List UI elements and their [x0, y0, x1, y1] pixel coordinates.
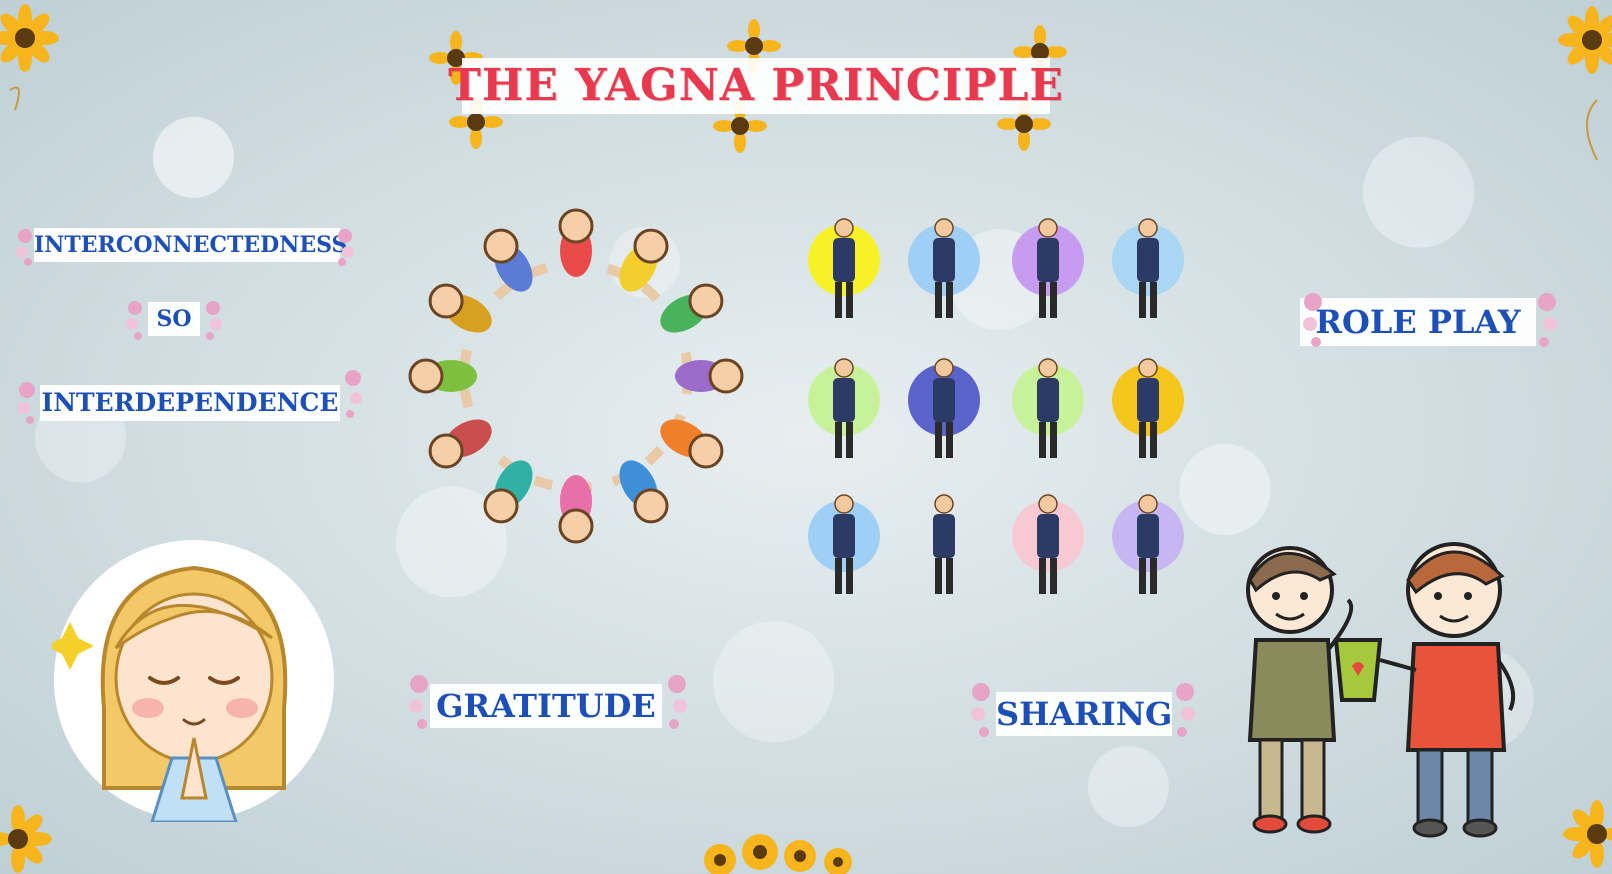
sunflower-corner-bottom-right	[1563, 800, 1612, 868]
child-head	[633, 228, 669, 264]
person-icon	[1037, 494, 1059, 594]
occupation-firefighter	[1110, 216, 1186, 326]
child-head	[688, 433, 724, 469]
rose-icon	[1538, 293, 1557, 347]
occupation-police-officer	[906, 356, 982, 466]
occupation-singer-girl	[906, 492, 982, 602]
two-boys-sharing-illustration	[1246, 542, 1515, 838]
label-gratitude: GRATITUDE	[430, 684, 662, 728]
child-head	[483, 228, 519, 264]
person-icon	[1137, 218, 1159, 318]
rose-icon	[16, 229, 32, 266]
sunflower-bottom-center	[704, 834, 852, 874]
rose-icon	[338, 229, 354, 266]
child-head	[428, 283, 464, 319]
person-icon	[933, 218, 955, 318]
occupation-mechanic	[806, 216, 882, 326]
occupation-engineer	[806, 356, 882, 466]
page-title: THE YAGNA PRINCIPLE	[448, 60, 1064, 111]
occupation-businessman	[1010, 216, 1086, 326]
child-head	[558, 508, 594, 544]
sunflower-corner-top-right	[1558, 6, 1612, 161]
person-icon	[933, 358, 955, 458]
occupation-pilot	[1010, 492, 1086, 602]
child-head	[688, 283, 724, 319]
rose-icon	[1303, 293, 1322, 347]
occupation-waiter	[906, 216, 982, 326]
children-circle-illustration: (function(){ var g = document.getElement…	[408, 208, 744, 544]
rose-icon	[18, 382, 35, 424]
rose-icon	[971, 683, 990, 737]
person-icon	[1037, 358, 1059, 458]
label-role-play: ROLE PLAY	[1300, 298, 1536, 346]
child-head	[428, 433, 464, 469]
label-interdependence: INTERDEPENDENCE	[40, 385, 340, 421]
rose-icon	[345, 370, 362, 418]
person-icon	[833, 494, 855, 594]
child-head	[633, 488, 669, 524]
child-head	[558, 208, 594, 244]
occupation-farmer	[1110, 492, 1186, 602]
person-icon	[1137, 358, 1159, 458]
occupations-grid	[800, 176, 1220, 594]
person-icon	[833, 358, 855, 458]
rose-icon	[1176, 683, 1195, 737]
person-icon	[833, 218, 855, 318]
rose-icon	[206, 301, 222, 340]
label-sharing: SHARING	[996, 692, 1172, 736]
child-head	[708, 358, 744, 394]
sunflower-corner-top-left	[0, 4, 59, 111]
occupation-priest	[1010, 356, 1086, 466]
praying-girl-illustration	[52, 540, 334, 822]
rose-icon	[126, 301, 142, 340]
child-head	[483, 488, 519, 524]
child-head	[408, 358, 444, 394]
occupation-chef	[1110, 356, 1186, 466]
person-icon	[933, 494, 955, 594]
rose-icon	[409, 675, 428, 729]
person-icon	[1137, 494, 1159, 594]
person-icon	[1037, 218, 1059, 318]
occupation-doctor	[806, 492, 882, 602]
label-so: SO	[148, 302, 200, 336]
label-interconnectedness: INTERCONNECTEDNESS	[34, 228, 347, 262]
title-banner: THE YAGNA PRINCIPLE	[429, 19, 1072, 153]
rose-icon	[668, 675, 687, 729]
sunflower-corner-bottom-left	[0, 805, 52, 873]
